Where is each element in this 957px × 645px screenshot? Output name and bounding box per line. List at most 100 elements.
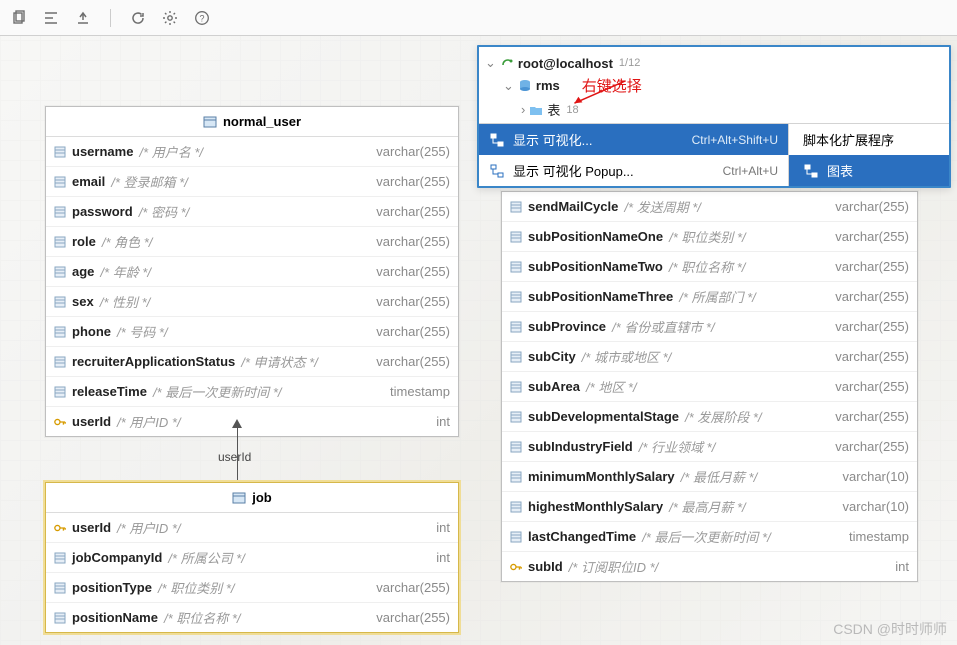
column-icon (54, 206, 66, 218)
column-row[interactable]: subDevelopmentalStage /* 发展阶段 */ varchar… (502, 402, 917, 432)
column-row[interactable]: subId /* 订阅职位ID */ int (502, 552, 917, 581)
column-row[interactable]: sendMailCycle /* 发送周期 */ varchar(255) (502, 192, 917, 222)
column-comment: /* 订阅职位ID */ (569, 557, 659, 576)
column-comment: /* 性别 */ (100, 292, 151, 311)
column-name: releaseTime (72, 384, 147, 399)
column-icon (510, 321, 522, 333)
menu-label: 显示 可视化... (513, 130, 592, 149)
column-row[interactable]: phone /* 号码 */ varchar(255) (46, 317, 458, 347)
column-type: varchar(255) (366, 610, 450, 625)
column-row[interactable]: highestMonthlySalary /* 最高月薪 */ varchar(… (502, 492, 917, 522)
column-name: jobCompanyId (72, 550, 162, 565)
column-name: subDevelopmentalStage (528, 409, 679, 424)
column-type: int (426, 550, 450, 565)
copy-icon[interactable] (10, 9, 28, 27)
column-row[interactable]: recruiterApplicationStatus /* 申请状态 */ va… (46, 347, 458, 377)
column-row[interactable]: subProvince /* 省份或直辖市 */ varchar(255) (502, 312, 917, 342)
column-row[interactable]: subPositionNameTwo /* 职位名称 */ varchar(25… (502, 252, 917, 282)
diagram-icon (803, 163, 819, 179)
column-row[interactable]: subPositionNameOne /* 职位类别 */ varchar(25… (502, 222, 917, 252)
column-type: int (426, 520, 450, 535)
column-name: subPositionNameTwo (528, 259, 663, 274)
column-comment: /* 省份或直辖市 */ (612, 317, 715, 336)
column-name: password (72, 204, 133, 219)
menu-shortcut: Ctrl+Alt+U (723, 164, 778, 178)
menu-item-visualize[interactable]: 显示 可视化... Ctrl+Alt+Shift+U (479, 124, 788, 155)
column-type: varchar(255) (366, 580, 450, 595)
column-comment: /* 用户名 */ (139, 142, 203, 161)
column-row[interactable]: userId /* 用户ID */ int (46, 513, 458, 543)
menu-item-visualize-popup[interactable]: 显示 可视化 Popup... Ctrl+Alt+U (479, 155, 788, 186)
toolbar: ? (0, 0, 957, 36)
column-row[interactable]: releaseTime /* 最后一次更新时间 */ timestamp (46, 377, 458, 407)
settings-icon[interactable] (161, 9, 179, 27)
column-name: lastChangedTime (528, 529, 636, 544)
column-row[interactable]: email /* 登录邮箱 */ varchar(255) (46, 167, 458, 197)
column-name: username (72, 144, 133, 159)
refresh-icon[interactable] (129, 9, 147, 27)
column-comment: /* 最后一次更新时间 */ (642, 527, 771, 546)
column-type: varchar(255) (366, 234, 450, 249)
column-row[interactable]: userId /* 用户ID */ int (46, 407, 458, 436)
database-tree[interactable]: ⌄ root@localhost 1/12 ⌄ rms 右键选择 › 表 18 (479, 47, 949, 123)
chevron-down-icon[interactable]: ⌄ (485, 55, 496, 71)
column-icon (510, 471, 522, 483)
column-name: subId (528, 559, 563, 574)
column-row[interactable]: subArea /* 地区 */ varchar(255) (502, 372, 917, 402)
column-row[interactable]: subCity /* 城市或地区 */ varchar(255) (502, 342, 917, 372)
column-name: highestMonthlySalary (528, 499, 663, 514)
column-name: recruiterApplicationStatus (72, 354, 235, 369)
tree-tables[interactable]: › 表 18 (485, 98, 943, 121)
help-icon[interactable]: ? (193, 9, 211, 27)
context-menu-left: 显示 可视化... Ctrl+Alt+Shift+U 显示 可视化 Popup.… (479, 124, 789, 186)
column-icon (54, 296, 66, 308)
primary-key-icon (510, 561, 522, 573)
column-row[interactable]: minimumMonthlySalary /* 最低月薪 */ varchar(… (502, 462, 917, 492)
column-row[interactable]: age /* 年龄 */ varchar(255) (46, 257, 458, 287)
column-row[interactable]: positionName /* 职位名称 */ varchar(255) (46, 603, 458, 632)
column-icon (510, 291, 522, 303)
column-type: timestamp (839, 529, 909, 544)
export-icon[interactable] (74, 9, 92, 27)
column-name: subCity (528, 349, 576, 364)
column-comment: /* 用户ID */ (117, 518, 181, 537)
column-type: varchar(255) (366, 354, 450, 369)
entity-sub[interactable]: sendMailCycle /* 发送周期 */ varchar(255) su… (501, 191, 918, 582)
column-row[interactable]: subIndustryField /* 行业领域 */ varchar(255) (502, 432, 917, 462)
entity-job[interactable]: job userId /* 用户ID */ int jobCompanyId /… (45, 482, 459, 633)
column-row[interactable]: sex /* 性别 */ varchar(255) (46, 287, 458, 317)
column-row[interactable]: positionType /* 职位类别 */ varchar(255) (46, 573, 458, 603)
menu-item-scripted-ext[interactable]: 脚本化扩展程序 (789, 124, 949, 155)
tree-db-label: rms (536, 78, 560, 93)
column-icon (510, 381, 522, 393)
column-type: varchar(10) (833, 469, 909, 484)
column-type: timestamp (380, 384, 450, 399)
column-type: varchar(255) (825, 439, 909, 454)
column-type: varchar(255) (825, 259, 909, 274)
column-row[interactable]: username /* 用户名 */ varchar(255) (46, 137, 458, 167)
column-comment: /* 职位类别 */ (158, 578, 235, 597)
column-row[interactable]: subPositionNameThree /* 所属部门 */ varchar(… (502, 282, 917, 312)
tree-root[interactable]: ⌄ root@localhost 1/12 (485, 53, 943, 73)
column-comment: /* 密码 */ (139, 202, 190, 221)
primary-key-icon (54, 522, 66, 534)
column-name: subIndustryField (528, 439, 633, 454)
chevron-right-icon[interactable]: › (521, 102, 525, 117)
column-icon (54, 266, 66, 278)
column-row[interactable]: lastChangedTime /* 最后一次更新时间 */ timestamp (502, 522, 917, 552)
column-row[interactable]: password /* 密码 */ varchar(255) (46, 197, 458, 227)
tree-db[interactable]: ⌄ rms 右键选择 (485, 73, 943, 98)
column-row[interactable]: role /* 角色 */ varchar(255) (46, 227, 458, 257)
menu-item-chart[interactable]: 图表 (789, 155, 949, 186)
column-type: varchar(255) (825, 379, 909, 394)
column-icon (54, 236, 66, 248)
svg-text:?: ? (199, 13, 204, 23)
column-comment: /* 地区 */ (586, 377, 637, 396)
chevron-down-icon[interactable]: ⌄ (503, 78, 514, 94)
entity-normal-user[interactable]: normal_user username /* 用户名 */ varchar(2… (45, 106, 459, 437)
column-name: sex (72, 294, 94, 309)
column-name: email (72, 174, 105, 189)
menu-label: 脚本化扩展程序 (803, 130, 894, 149)
layout-icon[interactable] (42, 9, 60, 27)
column-row[interactable]: jobCompanyId /* 所属公司 */ int (46, 543, 458, 573)
